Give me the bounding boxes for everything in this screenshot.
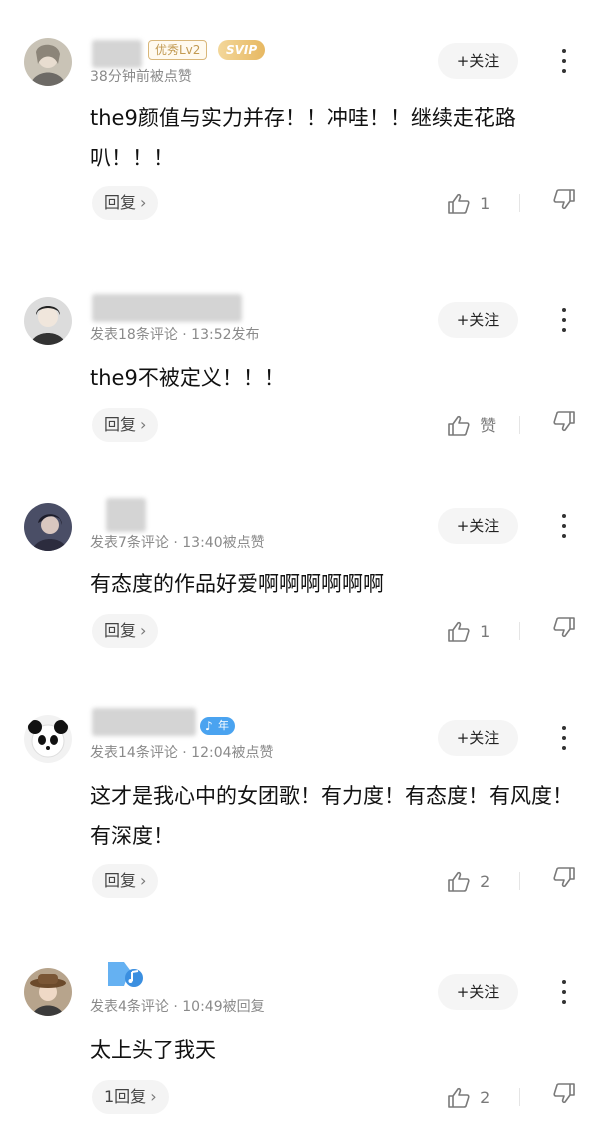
reply-label: 1回复 — [104, 1087, 147, 1106]
comment-meta: 发表4条评论 · 10:49被回复 — [90, 999, 265, 1015]
like-count: 2 — [480, 1087, 491, 1107]
avatar[interactable] — [24, 968, 72, 1016]
chevron-right-icon: › — [150, 1087, 157, 1106]
dislike-button[interactable] — [552, 1082, 576, 1112]
follow-button[interactable]: +关注 — [438, 974, 518, 1010]
like-button[interactable]: 2 — [447, 1082, 490, 1112]
more-vertical-icon[interactable] — [554, 974, 574, 1010]
music-logo-icon — [106, 958, 146, 990]
reply-button[interactable]: 1回复 › — [92, 1080, 169, 1114]
comment-text: 太上头了我天 — [90, 1038, 216, 1062]
thumbs-up-icon — [448, 1087, 470, 1108]
divider — [519, 1088, 520, 1106]
thumbs-down-icon — [553, 1083, 575, 1104]
comment-item: 发表4条评论 · 10:49被回复 +关注 太上头了我天 1回复 › 2 — [0, 0, 600, 1133]
